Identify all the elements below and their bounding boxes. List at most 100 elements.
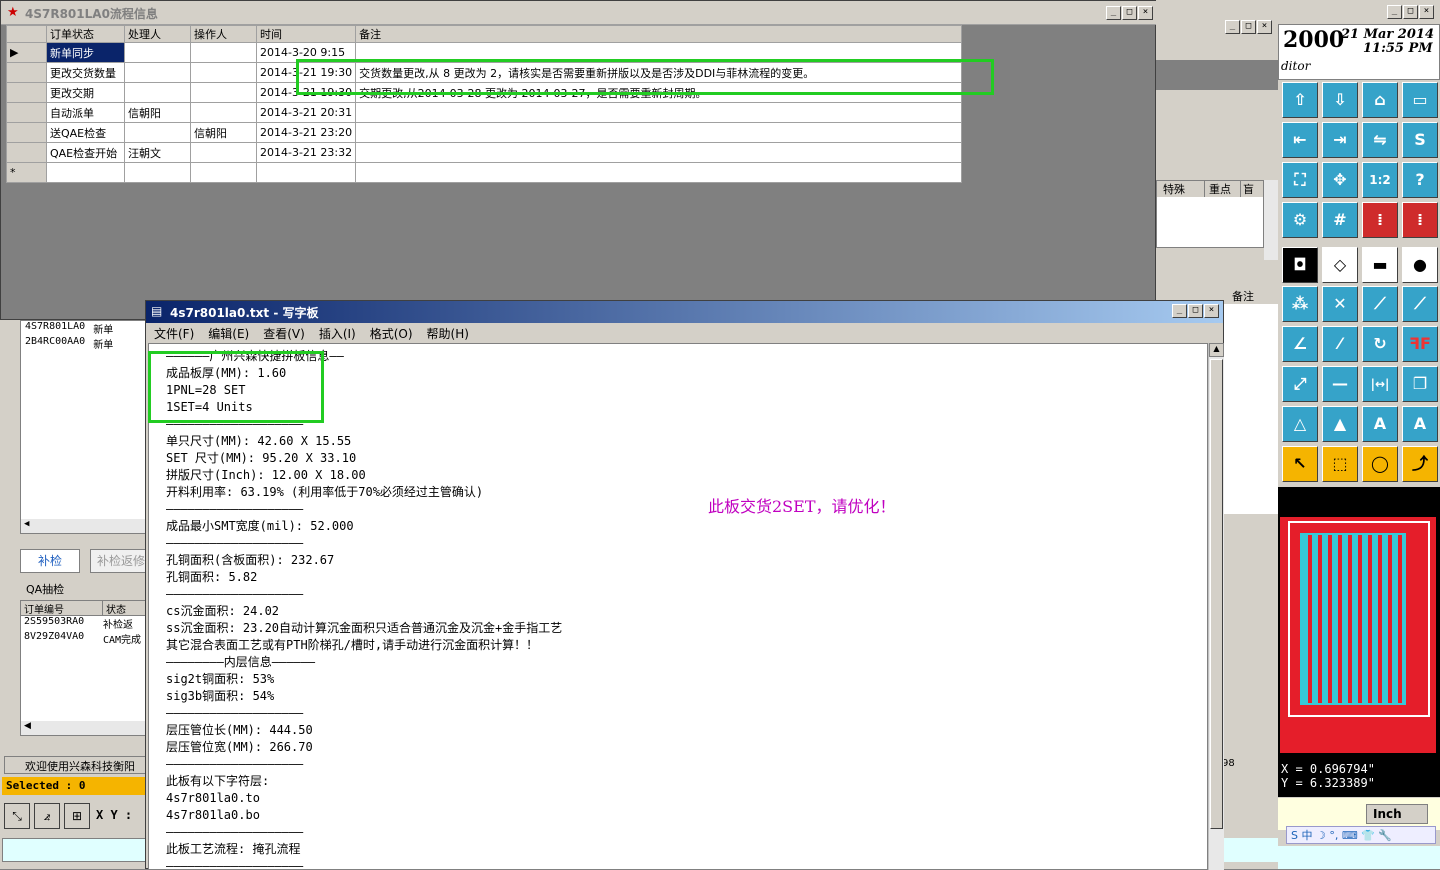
triangle-alt-icon[interactable]: ▲ — [1322, 406, 1358, 442]
list-item[interactable]: 2S59503RA0 补检返 — [21, 616, 145, 631]
handler-cell[interactable] — [124, 42, 191, 63]
empty-cell[interactable] — [255, 162, 357, 183]
column-header[interactable]: 重点 — [1205, 181, 1241, 197]
list-item[interactable]: 2B4RC00AA0 新单 — [21, 336, 145, 351]
maximize-button[interactable]: □ — [1241, 20, 1256, 34]
dot-icon[interactable]: ● — [1402, 247, 1438, 283]
time-cell[interactable]: 2014-3-21 23:20 — [255, 122, 357, 143]
move-right-icon[interactable]: ⇥ — [1322, 122, 1358, 158]
drill-alt-icon[interactable]: ⁞ — [1402, 202, 1438, 238]
note-cell[interactable] — [355, 142, 963, 163]
offset-icon[interactable]: ⤢ — [1282, 366, 1318, 402]
cross-icon[interactable]: ✕ — [1322, 286, 1358, 322]
status-cell[interactable]: 送QAE检查 — [46, 122, 125, 143]
ime-toolbar[interactable]: S 中 ☽ °, ⌨ 👕 🔧 — [1286, 826, 1436, 844]
status-cell[interactable]: 更改交期 — [46, 82, 125, 103]
empty-cell[interactable] — [124, 162, 191, 183]
slash-icon[interactable]: ⁄ — [1322, 326, 1358, 362]
angle-icon[interactable]: ∠ — [1282, 326, 1318, 362]
grid-icon[interactable]: ⊞ — [64, 803, 90, 829]
recheck-return-button[interactable]: 补检返修 — [90, 549, 146, 573]
minimize-button[interactable]: _ — [1106, 6, 1121, 20]
column-header[interactable]: 备注 — [355, 25, 963, 43]
select-path-icon[interactable]: ⤴ — [1402, 446, 1438, 482]
scale-icon[interactable]: 1:2 — [1362, 162, 1398, 198]
recheck-button[interactable]: 补检 — [20, 549, 80, 573]
rotate-shape-icon[interactable]: ◇ — [1322, 247, 1358, 283]
help-icon[interactable]: ? — [1402, 162, 1438, 198]
minimize-button[interactable]: _ — [1225, 20, 1240, 34]
menu-help[interactable]: 帮助(H) — [427, 325, 469, 341]
list-item[interactable]: 8V29Z04VA0 CAM完成 — [21, 631, 145, 646]
note-cell[interactable] — [355, 122, 963, 143]
menu-view[interactable]: 查看(V) — [263, 325, 305, 341]
fit-icon[interactable]: ⛶ — [1282, 162, 1318, 198]
line-point-icon[interactable]: ⟋ — [1362, 286, 1398, 322]
horizontal-scrollbar[interactable]: ◀ — [21, 519, 145, 533]
menu-edit[interactable]: 编辑(E) — [208, 325, 249, 341]
unit-dropdown[interactable]: Inch — [1366, 804, 1428, 824]
select-arrow-icon[interactable]: ↖ — [1282, 446, 1318, 482]
empty-cell[interactable] — [355, 162, 963, 183]
column-header[interactable]: 盲 — [1241, 181, 1254, 197]
arch-alt-icon[interactable]: A — [1402, 406, 1438, 442]
import-icon[interactable]: ⇩ — [1322, 82, 1358, 118]
table-row[interactable]: QAE检查开始 汪朝文 2014-3-21 23:32 — [6, 142, 963, 163]
column-header[interactable]: 特殊 — [1157, 181, 1205, 197]
handler-cell[interactable]: 汪朝文 — [124, 142, 191, 163]
handler-cell[interactable] — [124, 62, 191, 83]
minimize-button[interactable]: _ — [1387, 5, 1402, 19]
operator-cell[interactable]: 信朝阳 — [190, 122, 257, 143]
scroll-thumb[interactable] — [1210, 359, 1223, 829]
nodes-icon[interactable]: ⁂ — [1282, 286, 1318, 322]
handler-cell[interactable]: 信朝阳 — [124, 102, 191, 123]
close-button[interactable]: × — [1204, 304, 1219, 318]
empty-cell[interactable] — [190, 162, 257, 183]
ruler-icon[interactable]: ▬ — [1362, 247, 1398, 283]
drill-icon[interactable]: ⁞ — [1362, 202, 1398, 238]
new-table-row[interactable]: * — [6, 162, 963, 183]
column-header[interactable]: 操作人 — [190, 25, 257, 43]
status-cell[interactable]: 自动派单 — [46, 102, 125, 123]
zoom-fit-icon[interactable]: ⤡ — [4, 803, 30, 829]
column-header[interactable]: 订单状态 — [46, 25, 125, 43]
pad-icon[interactable]: ◘ — [1282, 247, 1318, 283]
note-cell[interactable] — [355, 102, 963, 123]
home-icon[interactable]: ⌂ — [1362, 82, 1398, 118]
grid-icon[interactable]: # — [1322, 202, 1358, 238]
table-row[interactable]: 送QAE检查 信朝阳 2014-3-21 23:20 — [6, 122, 963, 143]
settings-icon[interactable]: ⚙ — [1282, 202, 1318, 238]
pcb-preview[interactable] — [1278, 487, 1440, 759]
window-icon[interactable]: ▭ — [1402, 82, 1438, 118]
column-header[interactable]: 状态 — [103, 601, 126, 616]
horizontal-scrollbar[interactable]: ◀ — [21, 721, 145, 735]
operator-cell[interactable] — [190, 102, 257, 123]
operator-cell[interactable] — [190, 142, 257, 163]
center-icon[interactable]: ✥ — [1322, 162, 1358, 198]
horizontal-line-icon[interactable]: — — [1322, 366, 1358, 402]
close-button[interactable]: × — [1138, 6, 1153, 20]
close-button[interactable]: × — [1419, 5, 1434, 19]
operator-cell[interactable] — [190, 62, 257, 83]
measure-icon[interactable]: ⦨ — [34, 803, 60, 829]
status-cell[interactable]: QAE检查开始 — [46, 142, 125, 163]
time-cell[interactable]: 2014-3-21 23:32 — [255, 142, 357, 163]
menu-file[interactable]: 文件(F) — [154, 325, 194, 341]
minimize-button[interactable]: _ — [1172, 304, 1187, 318]
dimension-icon[interactable]: |↔| — [1362, 366, 1398, 402]
maximize-button[interactable]: □ — [1403, 5, 1418, 19]
menu-insert[interactable]: 插入(I) — [319, 325, 356, 341]
close-button[interactable]: × — [1257, 20, 1272, 34]
select-circle-icon[interactable]: ◯ — [1362, 446, 1398, 482]
operator-cell[interactable] — [190, 42, 257, 63]
maximize-button[interactable]: □ — [1188, 304, 1203, 318]
status-cell[interactable]: 新单同步 — [46, 42, 125, 63]
mirror-icon[interactable]: ⇋ — [1362, 122, 1398, 158]
triangle-icon[interactable]: △ — [1282, 406, 1318, 442]
line-point-alt-icon[interactable]: ⟋ — [1402, 286, 1438, 322]
mirror-f-icon[interactable]: ꟻF — [1402, 326, 1438, 362]
list-item[interactable]: 4S7R801LA0 新单 — [21, 321, 145, 336]
group-icon[interactable]: ❐ — [1402, 366, 1438, 402]
empty-cell[interactable] — [46, 162, 125, 183]
arch-icon[interactable]: A — [1362, 406, 1398, 442]
